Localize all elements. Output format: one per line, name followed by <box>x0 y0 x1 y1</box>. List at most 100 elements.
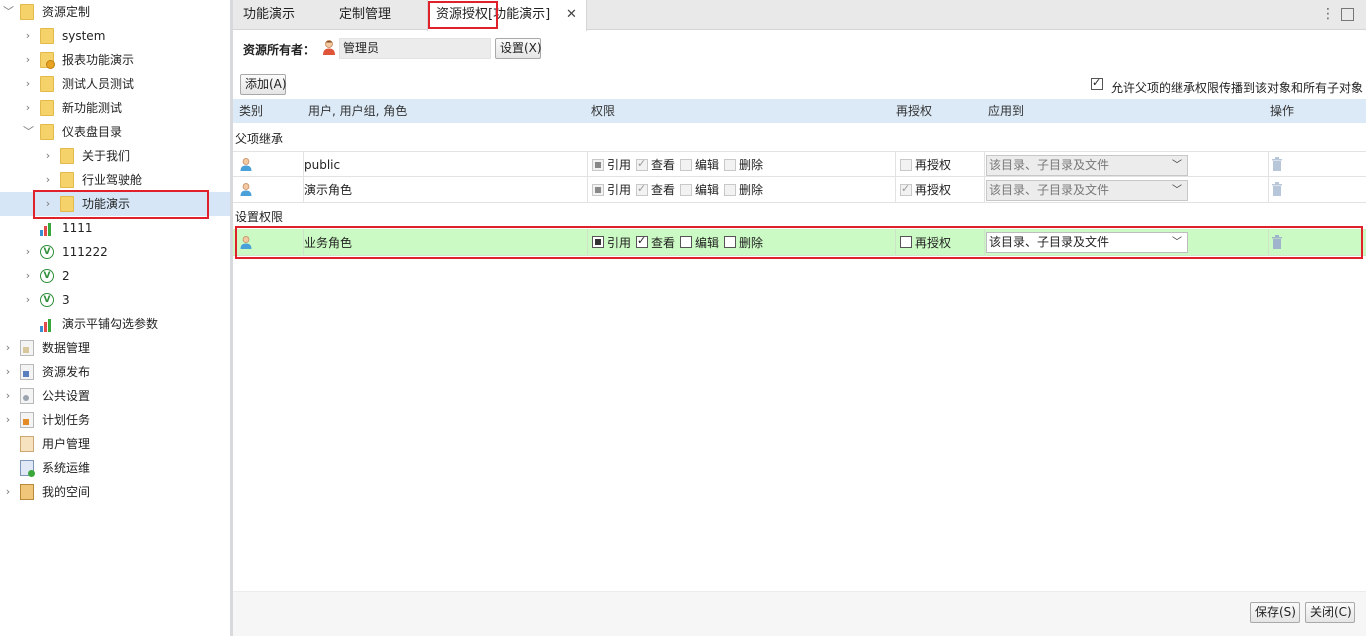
table-row[interactable]: 业务角色 引用 查看 编辑 删除 再授权 该目录、子目录及文件 ﹀ <box>233 229 1366 256</box>
tree-item-publish[interactable]: › 资源发布 <box>0 360 230 384</box>
tree-item-user-manage[interactable]: 用户管理 <box>0 432 230 456</box>
close-icon[interactable]: ✕ <box>566 8 577 21</box>
chevron-right-icon[interactable]: › <box>23 293 33 307</box>
ref-checkbox[interactable] <box>592 236 604 248</box>
maximize-icon[interactable] <box>1341 8 1354 21</box>
tab-custom-manage[interactable]: 定制管理 <box>329 0 419 30</box>
chevron-down-icon[interactable]: ﹀ <box>3 5 14 19</box>
tree-item-label: 报表功能演示 <box>62 53 135 67</box>
set-owner-button[interactable]: 设置(X) <box>495 38 542 59</box>
tree-item-label: 1111 <box>62 221 93 235</box>
tree-item-label: 111222 <box>62 245 108 259</box>
tree-item-3[interactable]: › V 3 <box>0 288 230 312</box>
folder-icon <box>60 172 74 188</box>
tree-item-schedule[interactable]: › 计划任务 <box>0 408 230 432</box>
tree-item-feature-demo[interactable]: › 功能演示 <box>0 192 230 216</box>
view-label: 查看 <box>651 183 676 197</box>
edit-checkbox <box>680 184 692 196</box>
edit-checkbox[interactable] <box>680 236 692 248</box>
v-icon: V <box>40 293 54 307</box>
chevron-down-icon: ﹀ <box>1172 160 1182 171</box>
chevron-right-icon[interactable]: › <box>23 269 33 283</box>
ref-checkbox <box>592 159 604 171</box>
chevron-right-icon[interactable]: › <box>23 77 33 91</box>
folder-icon <box>40 76 54 92</box>
tree-item-data-manage[interactable]: › 数据管理 <box>0 336 230 360</box>
tree-item-tester-test[interactable]: › 测试人员测试 <box>0 72 230 96</box>
tree-item-sys-ops[interactable]: 系统运维 <box>0 456 230 480</box>
tab-feature-demo[interactable]: 功能演示 <box>233 0 321 30</box>
close-button[interactable]: 关闭(C) <box>1305 602 1355 623</box>
apply-to-value: 该目录、子目录及文件 <box>989 158 1110 172</box>
resource-auth-panel: 资源所有者： 管理员 设置(X) 添加(A) 允许父项的继承权限传播到该对象和所… <box>233 31 1366 636</box>
principal-name: 演示角色 <box>304 183 353 197</box>
chevron-right-icon[interactable]: › <box>3 389 13 403</box>
tree-item-new-feature-test[interactable]: › 新功能测试 <box>0 96 230 120</box>
table-row: 演示角色 引用 查看 编辑 删除 再授权 该目录、子目录及文件 ﹀ <box>233 177 1366 203</box>
chevron-right-icon[interactable]: › <box>43 149 53 163</box>
tree-item-2[interactable]: › V 2 <box>0 264 230 288</box>
locked-folder-icon <box>40 52 55 69</box>
chevron-right-icon[interactable]: › <box>23 245 33 259</box>
delete-icon[interactable] <box>1271 235 1283 249</box>
view-checkbox[interactable] <box>636 234 648 248</box>
apply-to-select[interactable]: 该目录、子目录及文件 ﹀ <box>986 232 1188 253</box>
tree-item-label: 我的空间 <box>42 485 91 499</box>
more-icon[interactable]: ⋮ <box>1321 6 1335 22</box>
chevron-right-icon[interactable]: › <box>23 53 33 67</box>
chevron-right-icon[interactable]: › <box>23 101 33 115</box>
chart-icon <box>40 316 54 332</box>
owner-field: 管理员 <box>339 38 491 59</box>
edit-checkbox <box>680 159 692 171</box>
add-button[interactable]: 添加(A) <box>240 74 287 95</box>
tree-item-label: 测试人员测试 <box>62 77 135 91</box>
tree-item-label: 关于我们 <box>82 149 131 163</box>
chevron-right-icon[interactable]: › <box>43 173 53 187</box>
delete-label: 删除 <box>739 236 764 250</box>
tree-item-report-demo[interactable]: › 报表功能演示 <box>0 48 230 72</box>
tree-item-public-settings[interactable]: › 公共设置 <box>0 384 230 408</box>
tree-item-1111[interactable]: 1111 <box>0 216 230 240</box>
user-manage-icon <box>20 436 34 452</box>
header-type: 类别 <box>239 104 264 118</box>
tree-item-label: 功能演示 <box>82 197 131 211</box>
tree-item-my-space[interactable]: › 我的空间 <box>0 480 230 504</box>
ref-checkbox <box>592 184 604 196</box>
tree-item-label: 行业驾驶舱 <box>82 173 143 187</box>
chevron-right-icon[interactable]: › <box>3 341 13 355</box>
delete-checkbox <box>724 184 736 196</box>
save-button[interactable]: 保存(S) <box>1250 602 1300 623</box>
propagate-checkbox[interactable] <box>1091 76 1103 90</box>
tree-item-dashboard-dir[interactable]: ﹀ 仪表盘目录 <box>0 120 230 144</box>
apply-to-select: 该目录、子目录及文件 ﹀ <box>986 155 1188 176</box>
chevron-down-icon[interactable]: ﹀ <box>23 125 34 139</box>
regrant-checkbox[interactable] <box>900 236 912 248</box>
tab-label: 定制管理 <box>339 7 392 22</box>
settings-icon <box>20 388 34 404</box>
tree-item-label: 3 <box>62 293 70 307</box>
tree-item-industry-cockpit[interactable]: › 行业驾驶舱 <box>0 168 230 192</box>
chevron-right-icon[interactable]: › <box>23 29 33 43</box>
chevron-right-icon[interactable]: › <box>43 197 53 211</box>
section-explicit: 设置权限 <box>235 210 284 224</box>
tree-item-resource-custom[interactable]: ﹀ 资源定制 <box>0 0 230 24</box>
delete-checkbox[interactable] <box>724 236 736 248</box>
folder-icon <box>40 28 54 44</box>
tree-item-system[interactable]: › system <box>0 24 230 48</box>
chevron-right-icon[interactable]: › <box>3 365 13 379</box>
tree-item-label: 计划任务 <box>42 413 91 427</box>
chevron-right-icon[interactable]: › <box>3 485 13 499</box>
folder-icon <box>40 100 54 116</box>
tree-item-tile-param-demo[interactable]: 演示平铺勾选参数 <box>0 312 230 336</box>
tree-item-about-us[interactable]: › 关于我们 <box>0 144 230 168</box>
tree-item-label: 仪表盘目录 <box>62 125 123 139</box>
monitor-icon <box>20 460 35 477</box>
tab-resource-auth[interactable]: 资源授权[功能演示] ✕ <box>427 0 587 31</box>
tab-label: 功能演示 <box>243 7 296 22</box>
table-header: 类别 用户, 用户组, 角色 权限 再授权 应用到 操作 <box>233 99 1366 123</box>
header-apply-to: 应用到 <box>988 104 1025 118</box>
resource-tree: ﹀ 资源定制 › system › 报表功能演示 › 测试人员测试 › 新功能测… <box>0 0 230 636</box>
chevron-right-icon[interactable]: › <box>3 413 13 427</box>
tree-item-111222[interactable]: › V 111222 <box>0 240 230 264</box>
footer-bar <box>233 591 1366 636</box>
